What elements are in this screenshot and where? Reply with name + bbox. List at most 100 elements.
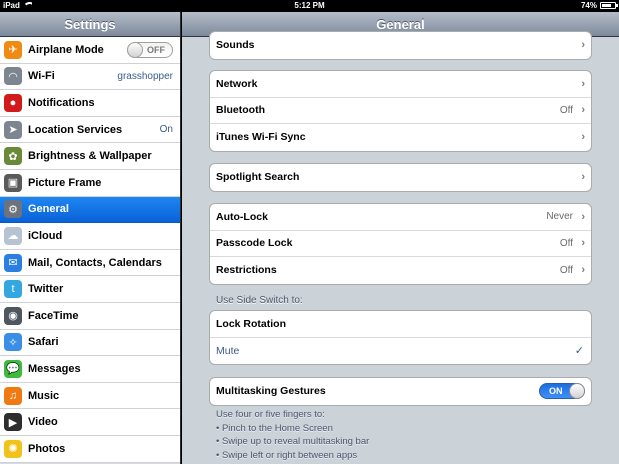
spotlight-group: Spotlight Search ›	[209, 163, 592, 192]
lock-rotation-row[interactable]: Lock Rotation	[210, 311, 591, 338]
safari-icon: ✧	[4, 333, 22, 352]
airplane-icon: ✈	[4, 40, 22, 59]
network-group: Network › Bluetooth Off › iTunes Wi-Fi S…	[209, 70, 592, 152]
multitasking-gestures-label: Multitasking Gestures	[216, 385, 326, 398]
sidebar-item-label: Airplane Mode	[28, 43, 104, 56]
footnote-line: • Swipe up to reveal multitasking bar	[216, 436, 370, 447]
brightness-icon: ✿	[4, 147, 22, 166]
sidebar-item-label: FaceTime	[28, 309, 79, 322]
toggle-knob	[569, 383, 585, 399]
sidebar-item-label: Brightness & Wallpaper	[28, 150, 152, 163]
sidebar-item-general[interactable]: ⚙ General	[0, 196, 180, 224]
wifi-icon: ◠	[4, 67, 22, 86]
mute-row[interactable]: Mute ✓	[210, 338, 591, 365]
passcode-lock-value: Off	[559, 237, 573, 249]
sidebar-list: ✈ Airplane Mode OFF ◠ Wi-Fi grasshopper ● Notif…	[0, 37, 180, 463]
sidebar-item-notifications[interactable]: ● Notifications	[0, 90, 180, 117]
airplane-mode-toggle[interactable]: OFF	[127, 42, 173, 58]
battery-percent: 74%	[580, 1, 597, 10]
sounds-group: Sounds ›	[209, 31, 592, 60]
chevron-right-icon: ›	[581, 77, 585, 90]
gear-icon: ⚙	[4, 200, 22, 219]
bluetooth-row[interactable]: Bluetooth Off ›	[210, 98, 591, 124]
mail-icon: ✉	[4, 253, 22, 272]
sidebar-item-wi-fi[interactable]: ◠ Wi-Fi grasshopper	[0, 63, 180, 91]
sidebar-item-label: Twitter	[28, 283, 64, 296]
sidebar-item-value: grasshopper	[117, 70, 173, 82]
location-icon: ➤	[4, 120, 22, 139]
messages-icon: 💬	[4, 359, 22, 378]
spotlight-search-row[interactable]: Spotlight Search ›	[210, 164, 591, 191]
sidebar-item-brightness-wallpaper[interactable]: ✿ Brightness & Wallpaper	[0, 143, 180, 170]
chevron-right-icon: ›	[581, 264, 585, 277]
sidebar-item-label: iCloud	[28, 229, 63, 242]
sidebar-item-picture-frame[interactable]: ▣ Picture Frame	[0, 169, 180, 197]
auto-lock-value: Never	[546, 211, 573, 223]
sidebar-item-photos[interactable]: ✺ Photos	[0, 435, 180, 463]
sidebar-item-mail-contacts-calendars[interactable]: ✉ Mail, Contacts, Calendars	[0, 249, 180, 277]
side-switch-header: Use Side Switch to:	[216, 295, 303, 306]
multitasking-gestures-toggle[interactable]: ON	[539, 383, 585, 399]
chevron-right-icon: ›	[581, 104, 585, 117]
sidebar-item-label: Safari	[28, 336, 59, 349]
toggle-on-text: ON	[549, 386, 563, 396]
mute-label: Mute	[216, 344, 240, 357]
sidebar-item-messages[interactable]: 💬 Messages	[0, 356, 180, 383]
itunes-wifi-sync-row[interactable]: iTunes Wi-Fi Sync ›	[210, 124, 591, 151]
footnote-line: • Swipe left or right between apps	[216, 449, 358, 461]
bluetooth-label: Bluetooth	[216, 104, 265, 117]
facetime-icon: ◉	[4, 306, 22, 325]
sidebar-item-value: On	[159, 124, 173, 136]
status-bar: iPad 5:12 PM 74%	[0, 0, 619, 12]
sidebar-item-twitter[interactable]: t Twitter	[0, 276, 180, 303]
passcode-lock-row[interactable]: Passcode Lock Off ›	[210, 231, 591, 257]
multitasking-footnote: Use four or five fingers to: • Pinch to …	[216, 408, 369, 462]
auto-lock-row[interactable]: Auto-Lock Never ›	[210, 204, 591, 231]
auto-lock-label: Auto-Lock	[216, 210, 268, 223]
general-pane: General Sounds › Network › Bluetooth Off…	[182, 12, 619, 464]
sidebar-item-label: Picture Frame	[28, 176, 102, 189]
battery-fill	[602, 4, 611, 7]
notifications-icon: ●	[4, 93, 22, 112]
lock-group: Auto-Lock Never › Passcode Lock Off › Re…	[209, 203, 592, 285]
icloud-icon: ☁	[4, 226, 22, 245]
picture-frame-icon: ▣	[4, 173, 22, 192]
chevron-right-icon: ›	[581, 210, 585, 223]
sounds-row[interactable]: Sounds ›	[210, 32, 591, 59]
sidebar-item-label: Mail, Contacts, Calendars	[28, 256, 162, 269]
sidebar-item-icloud[interactable]: ☁ iCloud	[0, 223, 180, 250]
sidebar-item-label: Photos	[28, 442, 66, 455]
restrictions-row[interactable]: Restrictions Off ›	[210, 257, 591, 284]
toggle-off-text: OFF	[147, 45, 165, 55]
sidebar-item-facetime[interactable]: ◉ FaceTime	[0, 302, 180, 330]
photos-icon: ✺	[4, 439, 22, 458]
multitasking-gestures-row: Multitasking Gestures ON	[210, 378, 591, 405]
sidebar-item-label: General	[28, 203, 69, 216]
twitter-icon: t	[4, 280, 22, 299]
checkmark-icon: ✓	[574, 345, 584, 358]
chevron-right-icon: ›	[581, 237, 585, 250]
sidebar-item-label: Location Services	[28, 123, 123, 136]
spotlight-search-label: Spotlight Search	[216, 171, 300, 184]
status-time: 5:12 PM	[294, 1, 325, 10]
sidebar-item-video[interactable]: ▶ Video	[0, 409, 180, 436]
sidebar-item-location-services[interactable]: ➤ Location Services On	[0, 116, 180, 144]
sidebar-title: Settings	[0, 12, 180, 37]
footnote-line: • Pinch to the Home Screen	[216, 422, 333, 434]
lock-rotation-label: Lock Rotation	[216, 317, 286, 330]
sidebar-item-music[interactable]: ♫ Music	[0, 382, 180, 410]
chevron-right-icon: ›	[581, 131, 585, 144]
passcode-lock-label: Passcode Lock	[216, 237, 293, 250]
network-label: Network	[216, 77, 258, 90]
sidebar-item-label: Wi-Fi	[28, 70, 55, 83]
footnote-line: Use four or five fingers to:	[216, 409, 325, 420]
battery-icon	[600, 2, 618, 9]
sidebar-item-label: Music	[28, 389, 60, 402]
restrictions-label: Restrictions	[216, 264, 277, 277]
settings-sidebar: Settings ✈ Airplane Mode OFF ◠ Wi-Fi grasshop…	[0, 12, 181, 464]
network-row[interactable]: Network ›	[210, 71, 591, 98]
sidebar-item-airplane-mode[interactable]: ✈ Airplane Mode OFF	[0, 37, 180, 64]
chevron-right-icon: ›	[581, 171, 585, 184]
restrictions-value: Off	[559, 264, 573, 276]
sidebar-item-safari[interactable]: ✧ Safari	[0, 329, 180, 357]
